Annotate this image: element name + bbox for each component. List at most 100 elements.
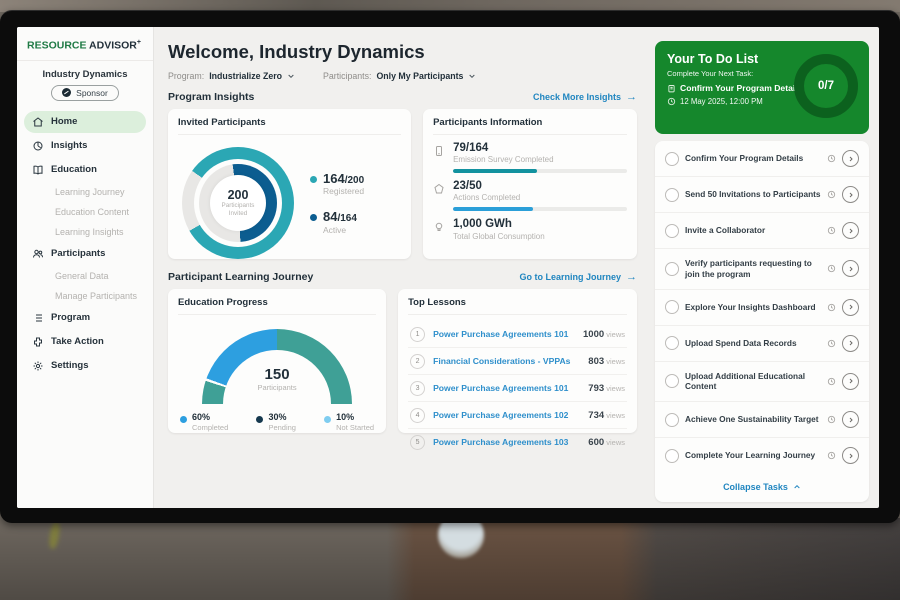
task-item[interactable]: Explore Your Insights Dashboard [655, 289, 869, 325]
chevron-right-button[interactable] [842, 260, 859, 277]
gauge-center-label: Participants [257, 383, 296, 392]
todo-panel: Your To Do List Complete Your Next Task:… [651, 27, 879, 508]
section-title: Program Insights [168, 91, 254, 103]
monitor-bezel: RESOURCE ADVISOR+ Industry Dynamics Spon… [0, 10, 900, 523]
sidebar-item-label: Program [51, 312, 90, 323]
task-item[interactable]: Verify participants requesting to join t… [655, 248, 869, 289]
sidebar-item-manage-participants[interactable]: Manage Participants [24, 287, 146, 305]
todo-summary-card: Your To Do List Complete Your Next Task:… [655, 41, 869, 134]
clock-icon [827, 451, 836, 460]
list-item: 2 Financial Considerations - VPPAs 803 v… [408, 348, 627, 375]
donut-center-label: Participants Invited [216, 202, 260, 218]
program-filter-value: Industrialize Zero [209, 71, 282, 81]
sidebar-item-education-content[interactable]: Education Content [24, 203, 146, 221]
book-icon [32, 164, 44, 176]
main-content: Welcome, Industry Dynamics Program: Indu… [154, 27, 651, 508]
chevron-right-button[interactable] [842, 150, 859, 167]
lesson-link[interactable]: Financial Considerations - VPPAs [433, 356, 580, 366]
participants-filter[interactable]: Participants: Only My Participants [323, 71, 476, 81]
task-item[interactable]: Send 50 Invitations to Participants [655, 176, 869, 212]
sidebar-item-participants[interactable]: Participants [24, 243, 146, 265]
clock-icon [667, 97, 676, 106]
survey-icon [433, 145, 445, 157]
checkbox-icon[interactable] [665, 224, 679, 238]
chevron-right-button[interactable] [842, 222, 859, 239]
donut-center-value: 200 [228, 188, 249, 202]
card-title: Top Lessons [408, 297, 627, 315]
lesson-rank: 3 [410, 381, 425, 396]
lesson-views: 803 views [588, 356, 625, 367]
clock-icon [827, 190, 836, 199]
go-to-learning-journey-link[interactable]: Go to Learning Journey → [519, 272, 637, 283]
participants-icon [32, 248, 44, 260]
info-row-actions: 23/50 Actions Completed [433, 180, 627, 211]
chevron-right-button[interactable] [842, 335, 859, 352]
section-title: Participant Learning Journey [168, 271, 313, 283]
task-item[interactable]: Upload Spend Data Records [655, 325, 869, 361]
chevron-right-button[interactable] [842, 411, 859, 428]
program-filter[interactable]: Program: Industrialize Zero [168, 71, 295, 81]
task-item[interactable]: Achieve One Sustainability Target [655, 401, 869, 437]
sidebar-item-learning-journey[interactable]: Learning Journey [24, 183, 146, 201]
sidebar-item-label: Manage Participants [55, 291, 137, 301]
chevron-right-button[interactable] [842, 299, 859, 316]
sponsor-badge-label: Sponsor [76, 88, 108, 98]
sidebar-item-program[interactable]: Program [24, 307, 146, 329]
task-item[interactable]: Complete Your Learning Journey [655, 437, 869, 473]
checkbox-icon[interactable] [665, 262, 679, 276]
lesson-rank: 1 [410, 327, 425, 342]
invited-donut-chart: 200 Participants Invited [182, 147, 294, 259]
arrow-right-icon: → [626, 92, 637, 103]
sidebar: RESOURCE ADVISOR+ Industry Dynamics Spon… [17, 27, 154, 508]
sidebar-item-label: Take Action [51, 336, 104, 347]
sponsor-badge[interactable]: Sponsor [51, 85, 119, 101]
clock-icon [827, 377, 836, 386]
collapse-tasks-link[interactable]: Collapse Tasks [655, 473, 869, 502]
info-row-emission: 79/164 Emission Survey Completed [433, 142, 627, 173]
checkbox-icon[interactable] [665, 300, 679, 314]
lesson-link[interactable]: Power Purchase Agreements 103 [433, 437, 580, 447]
consumption-icon [433, 221, 445, 233]
task-item[interactable]: Upload Additional Educational Content [655, 361, 869, 402]
org-name: Industry Dynamics [17, 69, 153, 80]
sidebar-item-general-data[interactable]: General Data [24, 267, 146, 285]
task-item[interactable]: Invite a Collaborator [655, 212, 869, 248]
lesson-rank: 5 [410, 435, 425, 450]
chevron-right-button[interactable] [842, 186, 859, 203]
task-item[interactable]: Confirm Your Program Details [655, 141, 869, 176]
sponsor-icon [62, 88, 71, 97]
program-filter-label: Program: [168, 71, 204, 81]
scene: RESOURCE ADVISOR+ Industry Dynamics Spon… [0, 0, 900, 600]
sidebar-item-settings[interactable]: Settings [24, 355, 146, 377]
lesson-link[interactable]: Power Purchase Agreements 101 [433, 383, 580, 393]
lesson-link[interactable]: Power Purchase Agreements 101 [433, 329, 575, 339]
clock-icon [827, 303, 836, 312]
card-title: Invited Participants [178, 117, 401, 135]
checkbox-icon[interactable] [665, 413, 679, 427]
check-more-insights-link[interactable]: Check More Insights → [533, 92, 637, 103]
lesson-views: 1000 views [583, 329, 625, 340]
sidebar-item-education[interactable]: Education [24, 159, 146, 181]
checkbox-icon[interactable] [665, 449, 679, 463]
sidebar-item-insights[interactable]: Insights [24, 135, 146, 157]
link-label: Go to Learning Journey [519, 272, 621, 282]
lesson-link[interactable]: Power Purchase Agreements 102 [433, 410, 580, 420]
sidebar-item-learning-insights[interactable]: Learning Insights [24, 223, 146, 241]
page-title: Welcome, Industry Dynamics [168, 41, 637, 63]
clock-icon [827, 264, 836, 273]
list-item: 1 Power Purchase Agreements 101 1000 vie… [408, 321, 627, 348]
insights-cards-row: Invited Participants 200 Participants In… [168, 109, 637, 259]
sidebar-item-take-action[interactable]: Take Action [24, 331, 146, 353]
checkbox-icon[interactable] [665, 188, 679, 202]
chevron-right-button[interactable] [842, 447, 859, 464]
puzzle-icon [32, 336, 44, 348]
checkbox-icon[interactable] [665, 336, 679, 350]
clock-icon [827, 154, 836, 163]
checkbox-icon[interactable] [665, 374, 679, 388]
sidebar-item-home[interactable]: Home [24, 111, 146, 133]
checkbox-icon[interactable] [665, 152, 679, 166]
participants-filter-value: Only My Participants [376, 71, 463, 81]
list-item: 4 Power Purchase Agreements 102 734 view… [408, 402, 627, 429]
chevron-right-button[interactable] [842, 373, 859, 390]
gear-icon [32, 360, 44, 372]
